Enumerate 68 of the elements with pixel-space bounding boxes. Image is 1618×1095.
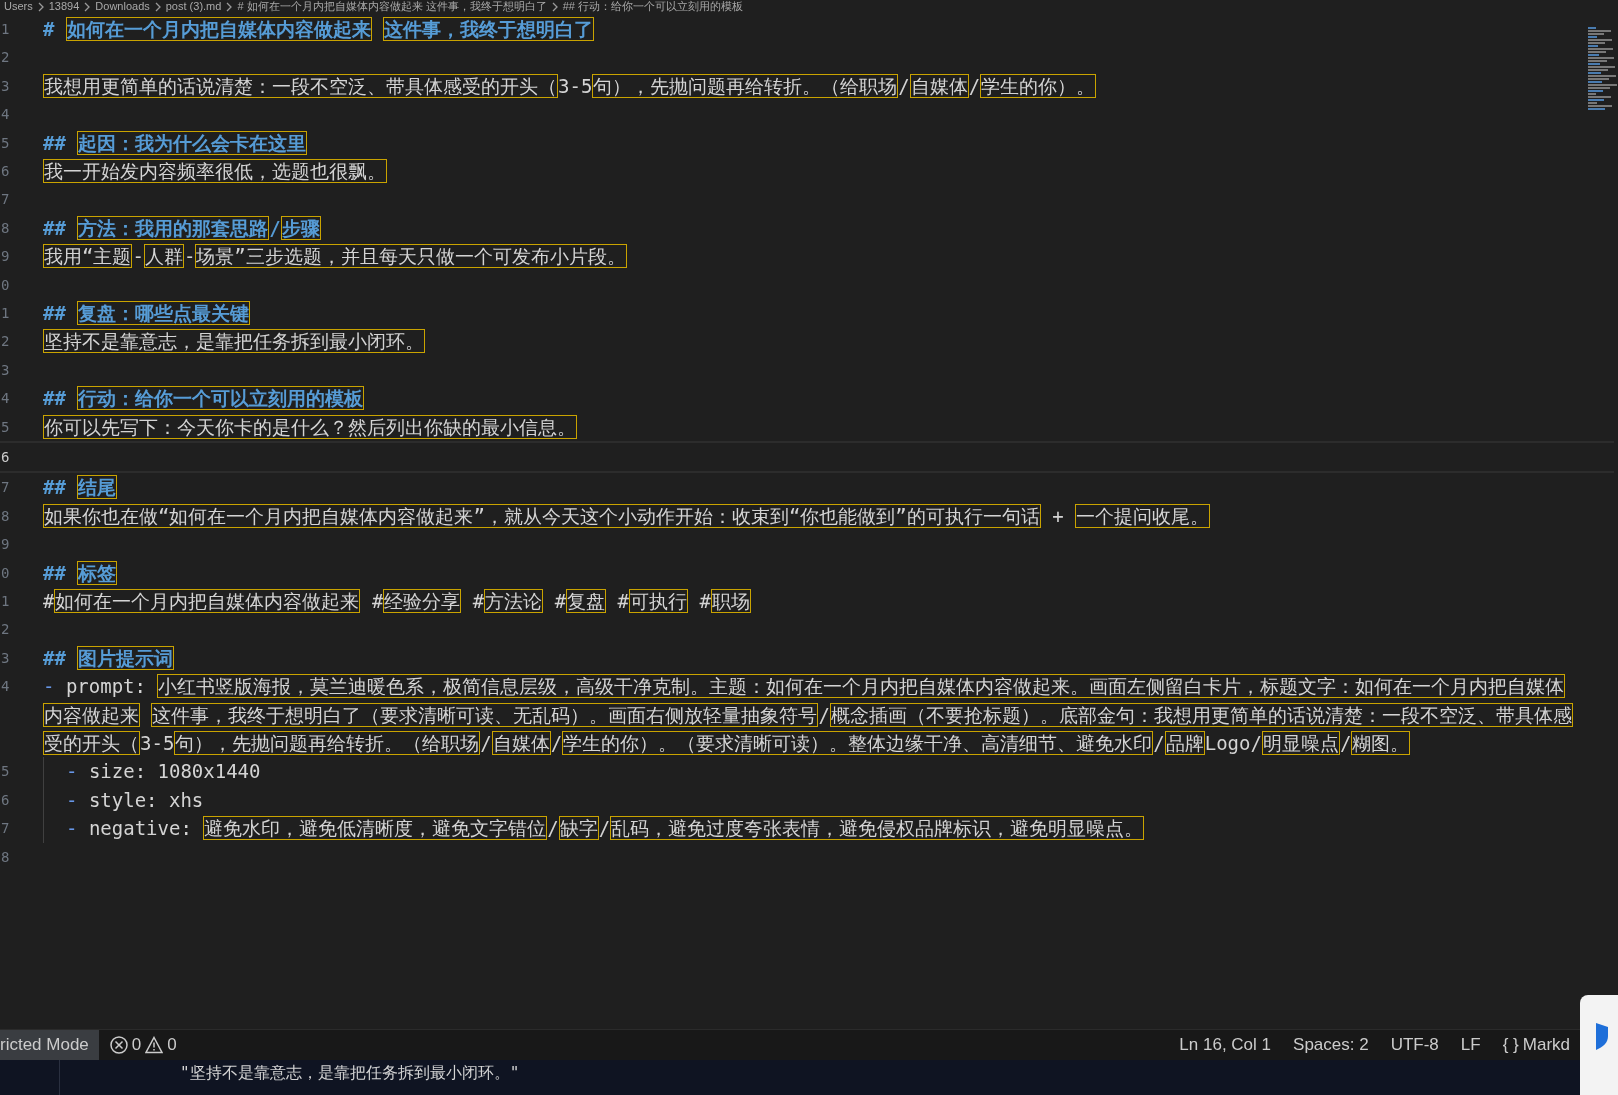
line-number: 2 (0, 332, 11, 352)
line-number: 1 (0, 20, 11, 39)
restricted-mode-label[interactable]: ricted Mode (0, 1030, 99, 1060)
code-line: - prompt: 小红书竖版海报，莫兰迪暖色系，极简信息层级，高级干净克制。主题：如何在一个月内把自媒体内容做起来。画面左侧留白卡片，标题文字：如何在一个月内把自媒体内容做起来 这件事，我终于想明白了（要求清晰可读、无乱码）。画面右侧放轻量抽象符号/概念插画（不要抢标题）。底部金句：我想用更简单的话说清楚：一段不空泛、带具体感受的开头（3-5句），先抛问题再给转折。（给职场/自媒体/学生的你）。（要求清晰可读）。整体边缘干净、高清细节、避免水印/品牌Logo/明显噪点/糊图。 (43, 673, 1574, 758)
line-number: 2 (0, 48, 11, 68)
line-number: 0 (0, 275, 11, 295)
line-number: 6 (0, 448, 11, 467)
breadcrumb-item[interactable]: 13894 (48, 0, 80, 13)
line-number: 7 (0, 190, 11, 210)
line-number: 3 (0, 360, 11, 380)
warning-icon (145, 1036, 164, 1054)
breadcrumb-item[interactable]: # 如何在一个月内把自媒体内容做起来 这件事，我终于想明白了 (237, 0, 547, 13)
breadcrumb-item[interactable]: post (3).md (165, 0, 222, 13)
line-number: 9 (0, 247, 11, 267)
problems-button[interactable]: 0 0 (98, 1032, 188, 1058)
line-number: 5 (0, 417, 11, 437)
code-line: 我用“主题-人群-场景”三步选题，并且每天只做一个可发布小片段。 (43, 243, 628, 271)
line-number: 0 (0, 563, 11, 583)
line-number: 5 (0, 762, 11, 782)
error-count: 0 (131, 1034, 142, 1057)
line-number: 9 (0, 535, 11, 555)
language-mode[interactable]: Markd (1522, 1032, 1570, 1058)
braces-icon: { } (1502, 1032, 1519, 1058)
code-line: - style: xhs (66, 787, 205, 813)
code-line: ## 标签 (43, 559, 119, 587)
line-number: 4 (0, 105, 11, 125)
status-item[interactable]: LF (1449, 1032, 1492, 1058)
error-icon (109, 1036, 128, 1054)
breadcrumb-item[interactable]: Users (4, 0, 33, 13)
code-line: 如果你也在做“如何在一个月内把自媒体内容做起来”，就从今天这个小动作开始：收束到“你也能做到”的可执行一句话 + 一个提问收尾。 (43, 502, 1212, 530)
code-line: # 如何在一个月内把自媒体内容做起来 这件事，我终于想明白了 (43, 16, 596, 43)
chevron-icon (154, 1, 161, 12)
code-line: ## 结尾 (43, 474, 119, 502)
line-number: 3 (0, 648, 11, 668)
status-item[interactable]: UTF-8 (1379, 1032, 1450, 1058)
line-number: 8 (0, 506, 11, 526)
warning-count: 0 (167, 1034, 177, 1057)
chevron-icon (226, 1, 233, 12)
line-number: 4 (0, 389, 11, 409)
line-number: 6 (0, 790, 11, 810)
code-line: ## 复盘：哪些点最关键 (43, 300, 252, 327)
code-line: ## 起因：我为什么会卡在这里 (43, 129, 309, 157)
code-line: ## 图片提示词 (43, 644, 176, 672)
chevron-icon (551, 1, 558, 12)
chevron-icon (37, 1, 44, 12)
code-line: - negative: 避免水印，避免低清晰度，避免文字错位/缺字/乱码，避免过度夸张表情，避免侵权品牌标识，避免明显噪点。 (66, 815, 1146, 843)
chevron-icon (84, 1, 91, 12)
code-line: 我想用更简单的话说清楚：一段不空泛、带具体感受的开头（3-5句），先抛问题再给转折。（给职场/自媒体/学生的你）。 (43, 72, 1098, 100)
terminal-line: "坚持不是靠意志，是靠把任务拆到最小闭环。" (180, 1062, 520, 1084)
line-number: 8 (0, 847, 11, 867)
breadcrumb-item[interactable]: Downloads (95, 0, 150, 13)
code-line: ## 方法：我用的那套思路/步骤 (43, 214, 322, 242)
status-item[interactable]: Spaces: 2 (1282, 1032, 1380, 1058)
status-item[interactable]: Ln 16, Col 1 (1168, 1032, 1283, 1058)
line-number: 1 (0, 592, 11, 611)
line-number: 5 (0, 133, 11, 153)
breadcrumb-item[interactable]: ## 行动：给你一个可以立刻用的模板 (562, 0, 743, 13)
line-number: 1 (0, 304, 11, 323)
code-line: - size: 1080x1440 (66, 759, 262, 785)
line-number: 6 (0, 162, 11, 181)
line-number: 8 (0, 218, 11, 238)
line-number: 7 (0, 478, 11, 498)
line-number: 2 (0, 620, 11, 640)
line-number: 3 (0, 76, 11, 96)
line-number: 7 (0, 819, 11, 839)
code-line: ## 行动：给你一个可以立刻用的模板 (43, 385, 366, 413)
shield-icon (1596, 1023, 1608, 1050)
line-number: 4 (0, 677, 11, 697)
